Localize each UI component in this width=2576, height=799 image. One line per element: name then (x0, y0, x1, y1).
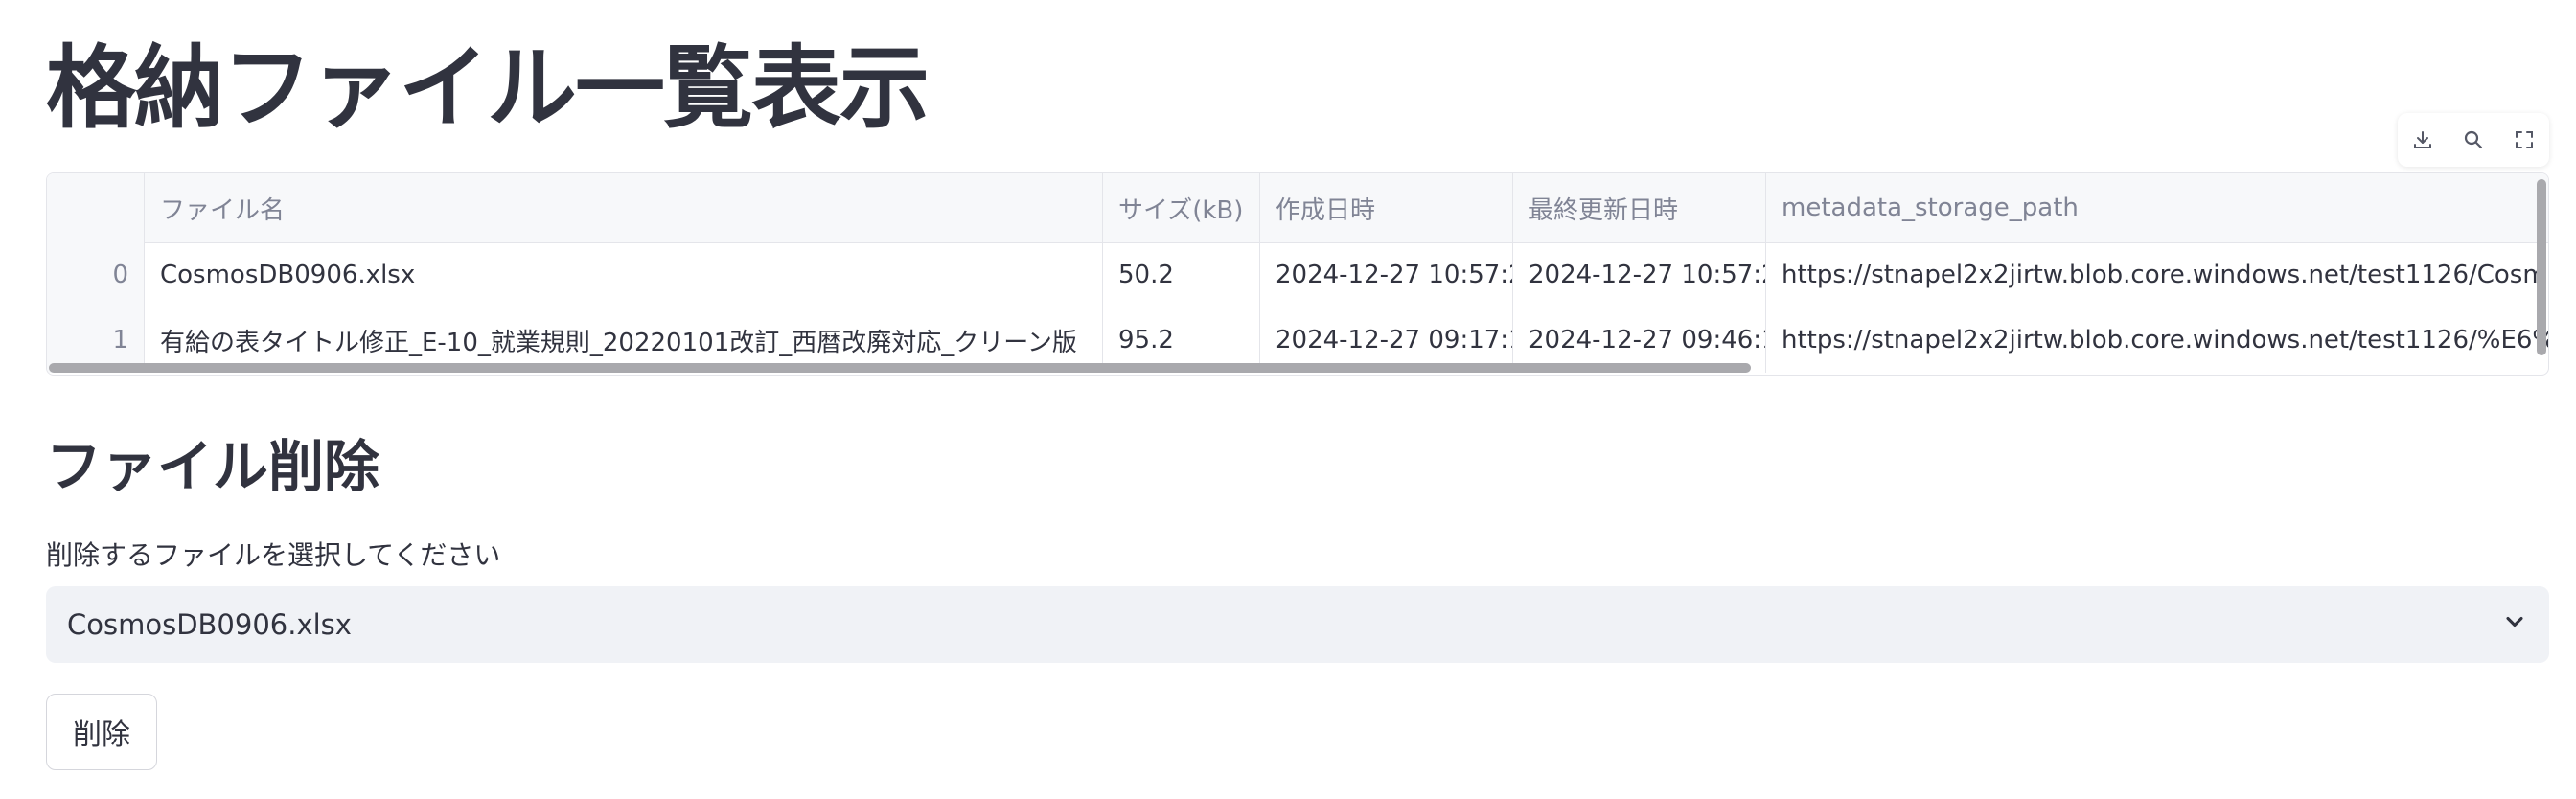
cell-modified[interactable]: 2024-12-27 10:57:26 (1513, 242, 1766, 308)
fullscreen-icon[interactable] (2505, 121, 2543, 159)
section-heading: ファイル削除 (46, 434, 380, 499)
cell-created[interactable]: 2024-12-27 10:57:26 (1260, 242, 1513, 308)
select-value: CosmosDB0906.xlsx (67, 608, 352, 641)
cell-size[interactable]: 50.2 (1103, 242, 1260, 308)
page-title: 格納ファイル一覧表示 (46, 36, 930, 141)
cell-path[interactable]: https://stnapel2x2jirtw.blob.core.window… (1766, 242, 2548, 308)
cell-path[interactable]: https://stnapel2x2jirtw.blob.core.window… (1766, 308, 2548, 373)
chevron-down-icon[interactable] (2501, 608, 2528, 642)
delete-button[interactable]: 削除 (46, 694, 157, 770)
column-header-path[interactable]: metadata_storage_path (1766, 173, 2548, 242)
column-header-index (47, 173, 145, 242)
dataframe-toolbar (2398, 113, 2549, 167)
file-select[interactable]: CosmosDB0906.xlsx (46, 586, 2549, 663)
cell-filename[interactable]: CosmosDB0906.xlsx (145, 242, 1103, 308)
vertical-scrollbar[interactable] (2537, 179, 2546, 355)
table-row[interactable]: 0 CosmosDB0906.xlsx 50.2 2024-12-27 10:5… (47, 242, 2548, 308)
download-icon[interactable] (2404, 121, 2442, 159)
column-header-size[interactable]: サイズ(kB) (1103, 173, 1260, 242)
column-header-filename[interactable]: ファイル名 (145, 173, 1103, 242)
file-dataframe[interactable]: ファイル名 サイズ(kB) 作成日時 最終更新日時 metadata_stora… (46, 172, 2549, 376)
select-label: 削除するファイルを選択してください (46, 539, 501, 571)
column-header-modified[interactable]: 最終更新日時 (1513, 173, 1766, 242)
search-icon[interactable] (2454, 121, 2493, 159)
row-index: 0 (47, 242, 145, 308)
horizontal-scrollbar[interactable] (49, 363, 1751, 373)
column-header-created[interactable]: 作成日時 (1260, 173, 1513, 242)
table-header-row: ファイル名 サイズ(kB) 作成日時 最終更新日時 metadata_stora… (47, 173, 2548, 243)
